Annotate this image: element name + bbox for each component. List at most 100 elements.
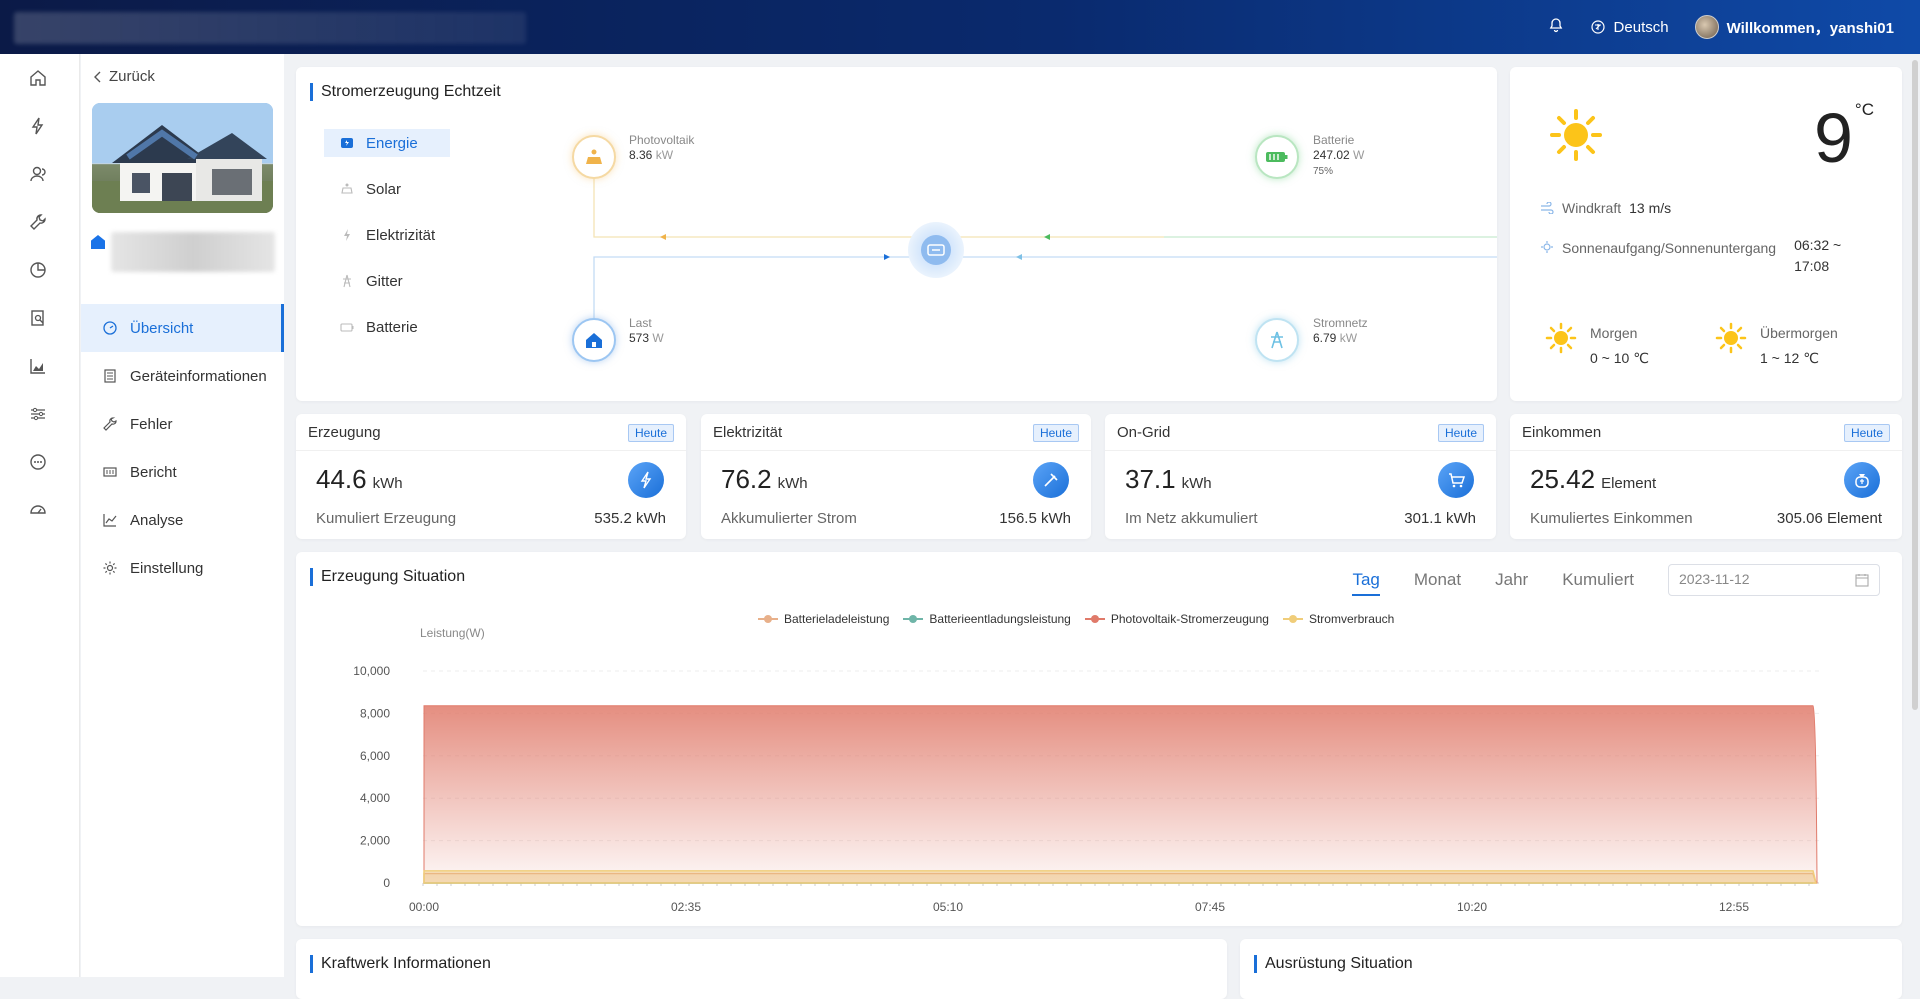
pv-node[interactable] xyxy=(572,135,616,179)
x-tick-label: 02:35 xyxy=(671,900,701,914)
search-document-icon[interactable] xyxy=(28,308,52,332)
lightning-icon[interactable] xyxy=(28,116,52,140)
pv-name: Photovoltaik xyxy=(629,133,695,147)
power-tower-icon xyxy=(1271,331,1283,349)
series-area-pv xyxy=(423,705,1818,884)
wind-label: Windkraft xyxy=(1562,200,1622,216)
stat-foot-value: 305.06 Element xyxy=(1776,510,1882,527)
divider xyxy=(701,450,1091,451)
y-axis-title: Leistung(W) xyxy=(420,626,485,640)
dashboard-icon xyxy=(103,321,117,335)
bell-icon[interactable] xyxy=(1548,17,1564,37)
stat-unit: Element xyxy=(1601,475,1657,492)
y-tick-label: 8,000 xyxy=(360,706,390,720)
y-tick-label: 4,000 xyxy=(360,791,390,805)
today-badge[interactable]: Heute xyxy=(1437,424,1484,442)
load-unit: W xyxy=(652,331,664,345)
stat-foot-value: 535.2 kWh xyxy=(594,510,666,527)
pv-value: 8.36 xyxy=(629,148,653,162)
sunset-value: 17:08 xyxy=(1794,258,1830,274)
tomorrow-label: Morgen xyxy=(1590,325,1638,341)
pie-chart-icon[interactable] xyxy=(28,260,52,284)
blurred-logo xyxy=(14,12,526,44)
cart-icon xyxy=(1438,462,1474,498)
menu-item-report[interactable]: Bericht xyxy=(81,448,284,496)
wrench-icon[interactable] xyxy=(28,212,52,236)
day-after-label: Übermorgen xyxy=(1760,325,1838,341)
weather-card: 9 °C Windkraft 13 m/s Sonnenaufgang/Sonne… xyxy=(1510,67,1902,401)
welcome-label: Willkommen，yanshi01 xyxy=(1726,19,1894,37)
divider xyxy=(1105,450,1496,451)
sunrise-value: 06:32 ~ xyxy=(1794,237,1842,253)
battery-icon xyxy=(1266,152,1288,162)
report-icon xyxy=(103,467,117,477)
home-icon[interactable] xyxy=(28,68,52,92)
gear-icon xyxy=(103,561,117,575)
stat-card-on-grid: On-Grid Heute 37.1 kWh Im Netz akkumulier… xyxy=(1105,414,1496,539)
stat-title: On-Grid xyxy=(1117,424,1171,441)
stat-title: Einkommen xyxy=(1522,424,1602,441)
menu-item-device-info[interactable]: Geräteinformationen xyxy=(81,352,284,400)
stat-card-income: Einkommen Heute 25.42 Element Kumuliertes… xyxy=(1510,414,1902,539)
divider xyxy=(1510,450,1902,451)
day-after-value: 1 ~ 12 ℃ xyxy=(1760,350,1819,366)
generation-chart: Leistung(W) 10,000 8,000 6,000 4,000 2,000 0 00… xyxy=(353,626,1819,914)
energy-flow-diagram xyxy=(593,177,1497,318)
today-badge[interactable]: Heute xyxy=(627,424,674,442)
stat-foot-label: Kumuliertes Einkommen xyxy=(1530,510,1693,527)
avatar xyxy=(1694,15,1719,39)
wrench-icon xyxy=(103,417,117,431)
wind-icon xyxy=(1541,202,1554,214)
users-icon[interactable] xyxy=(28,164,52,188)
battery-value: 247.02 xyxy=(1313,148,1350,162)
battery-soc: 75% xyxy=(1313,166,1334,177)
plant-name-blurred xyxy=(111,232,275,272)
grid-label: Stromnetz 6.79 kW xyxy=(1313,316,1368,346)
sun-icon xyxy=(1715,322,1747,354)
inverter-icon xyxy=(921,235,951,265)
inverter-node[interactable] xyxy=(908,222,964,278)
line-chart-icon xyxy=(103,514,117,527)
wind-row: Windkraft 13 m/s xyxy=(1540,200,1671,216)
stat-title: Erzeugung xyxy=(308,424,381,441)
back-link[interactable]: Zurück xyxy=(93,68,155,85)
plant-status-icon xyxy=(91,235,105,249)
user-menu[interactable]: Willkommen，yanshi01 xyxy=(1694,15,1894,39)
plant-info-title: Kraftwerk Informationen xyxy=(310,955,491,973)
stat-value: 76.2 xyxy=(721,464,772,494)
sun-times-row: Sonnenaufgang/Sonnenuntergang 06:32 ~ 17… xyxy=(1540,235,1841,277)
realtime-card: Stromerzeugung Echtzeit Energie Solar El… xyxy=(296,67,1497,401)
battery-node[interactable] xyxy=(1255,135,1299,179)
grid-value: 6.79 xyxy=(1313,331,1337,345)
x-tick-label: 05:10 xyxy=(933,900,963,914)
menu-item-analysis[interactable]: Analyse xyxy=(81,496,284,544)
wind-value: 13 m/s xyxy=(1629,200,1672,216)
menu-item-label: Fehler xyxy=(130,415,173,433)
menu-item-errors[interactable]: Fehler xyxy=(81,400,284,448)
battery-name: Batterie xyxy=(1313,133,1355,147)
load-label: Last 573 W xyxy=(629,316,664,346)
generation-card: Erzeugung Situation Tag Monat Jahr Kumul… xyxy=(296,552,1902,926)
divider xyxy=(296,450,686,451)
tomorrow-value: 0 ~ 10 ℃ xyxy=(1590,350,1649,366)
language-selector[interactable]: Deutsch xyxy=(1590,19,1669,36)
menu-item-settings[interactable]: Einstellung xyxy=(81,544,284,592)
page-scrollbar[interactable] xyxy=(1912,60,1918,710)
menu-item-overview[interactable]: Übersicht xyxy=(81,304,284,352)
gauge-icon[interactable] xyxy=(28,500,52,524)
stat-foot-label: Im Netz akkumuliert xyxy=(1125,510,1258,527)
plug-icon xyxy=(1033,462,1069,498)
sliders-icon[interactable] xyxy=(28,404,52,428)
today-badge[interactable]: Heute xyxy=(1032,424,1079,442)
grid-node[interactable] xyxy=(1255,318,1299,362)
load-node[interactable] xyxy=(572,318,616,362)
chat-icon[interactable] xyxy=(28,452,52,476)
grid-unit: kW xyxy=(1339,331,1358,345)
today-badge[interactable]: Heute xyxy=(1843,424,1890,442)
back-label: Zurück xyxy=(109,68,155,85)
area-chart-icon[interactable] xyxy=(28,356,52,380)
translate-icon xyxy=(1590,20,1605,34)
tomorrow-forecast: Morgen 0 ~ 10 ℃ xyxy=(1544,321,1649,371)
stat-card-electricity: Elektrizität Heute 76.2 kWh Akkumulierter… xyxy=(701,414,1091,539)
menu-item-label: Übersicht xyxy=(130,319,194,337)
